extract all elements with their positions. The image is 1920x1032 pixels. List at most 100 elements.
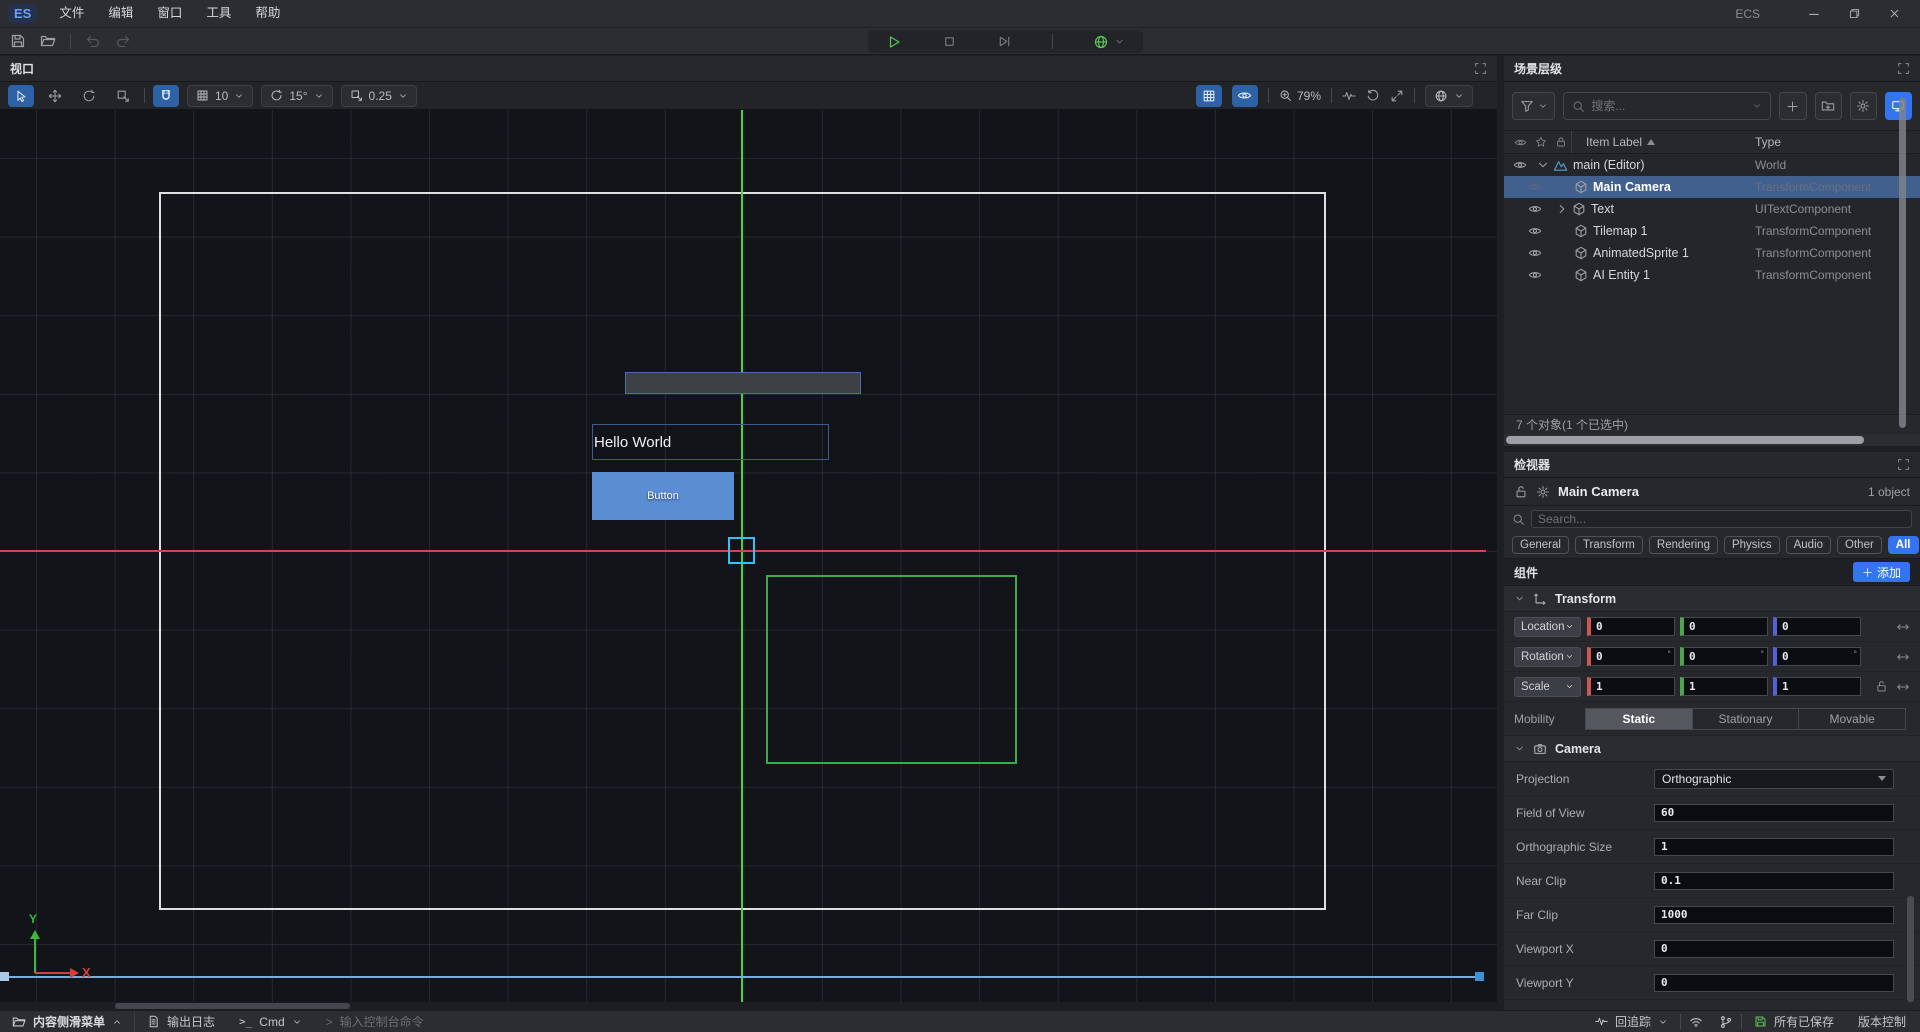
blue-guide-right-handle[interactable] — [1475, 972, 1484, 981]
menu-window[interactable]: 窗口 — [145, 0, 194, 27]
field-of-view-input[interactable] — [1654, 804, 1894, 822]
mobility-stationary[interactable]: Stationary — [1692, 708, 1800, 730]
move-tool-button[interactable] — [42, 85, 68, 107]
hierarchy-hscrollbar-thumb[interactable] — [1506, 436, 1864, 444]
tab-transform[interactable]: Transform — [1575, 536, 1643, 554]
mobility-static[interactable]: Static — [1585, 708, 1693, 730]
hierarchy-hscrollbar[interactable] — [1504, 434, 1920, 446]
snap-toggle-button[interactable] — [153, 85, 179, 107]
stats-wave-icon[interactable] — [1342, 89, 1356, 103]
rotation-y-input[interactable] — [1680, 647, 1768, 666]
scale-dropdown[interactable]: Scale — [1514, 677, 1581, 697]
tree-row-animatedsprite[interactable]: AnimatedSprite 1 TransformComponent — [1504, 242, 1920, 264]
scale-tool-button[interactable] — [110, 85, 136, 107]
close-button[interactable] — [1874, 0, 1914, 27]
cmd-dropdown[interactable]: >_ Cmd — [227, 1011, 314, 1032]
play-icon[interactable] — [886, 34, 902, 50]
scene-button-object[interactable]: Button — [592, 472, 734, 520]
zoom-control[interactable]: 79% — [1279, 89, 1321, 103]
tree-row-ai-entity[interactable]: AI Entity 1 TransformComponent — [1504, 264, 1920, 286]
maximize-button[interactable] — [1834, 0, 1874, 27]
inspector-search-box[interactable] — [1531, 510, 1912, 528]
link-values-icon[interactable] — [1896, 680, 1910, 694]
tab-all[interactable]: All — [1888, 536, 1919, 554]
menu-file[interactable]: 文件 — [47, 0, 96, 27]
visibility-eye-icon[interactable] — [1528, 224, 1542, 238]
menu-tools[interactable]: 工具 — [194, 0, 243, 27]
viewport-x-input[interactable] — [1654, 940, 1894, 958]
lock-icon[interactable] — [1555, 136, 1567, 148]
gear-icon[interactable] — [1536, 485, 1550, 499]
gizmo-visibility-button[interactable] — [1232, 85, 1258, 107]
expand-panel-icon[interactable] — [1474, 62, 1487, 75]
projection-select[interactable]: Orthographic — [1654, 769, 1894, 789]
column-type[interactable]: Type — [1755, 135, 1781, 149]
chevron-down-icon[interactable] — [1536, 158, 1550, 172]
tree-row-main-camera[interactable]: Main Camera TransformComponent — [1504, 176, 1920, 198]
world-mode-dropdown[interactable] — [1093, 34, 1125, 50]
location-x-input[interactable] — [1587, 617, 1675, 636]
rotate-tool-button[interactable] — [76, 85, 102, 107]
version-control-button[interactable]: 版本控制 — [1846, 1013, 1920, 1030]
view-mode-dropdown[interactable] — [1425, 85, 1473, 107]
scale-y-input[interactable] — [1680, 677, 1768, 696]
link-values-icon[interactable] — [1896, 620, 1910, 634]
viewport-hscrollbar[interactable] — [0, 1002, 1497, 1010]
console-command-input[interactable]: > 输入控制台命令 — [314, 1011, 436, 1032]
orthographic-size-input[interactable] — [1654, 838, 1894, 856]
save-icon[interactable] — [10, 33, 26, 49]
trace-dropdown[interactable]: 回追踪 — [1583, 1013, 1680, 1030]
chevron-right-icon[interactable] — [1555, 202, 1569, 216]
new-folder-button[interactable] — [1815, 92, 1842, 120]
mobility-movable[interactable]: Movable — [1798, 708, 1906, 730]
fullscreen-icon[interactable] — [1390, 89, 1404, 103]
scene-canvas[interactable]: Hello World Button Y X — [0, 110, 1497, 1010]
far-clip-input[interactable] — [1654, 906, 1894, 924]
scene-region-rect[interactable] — [766, 575, 1017, 764]
location-z-input[interactable] — [1773, 617, 1861, 636]
lock-open-icon[interactable] — [1875, 680, 1888, 693]
near-clip-input[interactable] — [1654, 872, 1894, 890]
scale-z-input[interactable] — [1773, 677, 1861, 696]
eye-icon[interactable] — [1514, 136, 1527, 149]
expand-panel-icon[interactable] — [1897, 62, 1910, 75]
save-status[interactable]: 所有已保存 — [1742, 1013, 1846, 1030]
step-icon[interactable] — [997, 34, 1012, 49]
grid-snap-dropdown[interactable]: 10 — [187, 85, 253, 107]
visibility-eye-icon[interactable] — [1528, 246, 1542, 260]
hierarchy-settings-button[interactable] — [1850, 92, 1877, 120]
output-log-button[interactable]: 输出日志 — [135, 1011, 227, 1032]
add-entity-button[interactable] — [1779, 92, 1806, 120]
scene-panel-object[interactable] — [625, 372, 861, 394]
expand-panel-icon[interactable] — [1897, 458, 1910, 471]
location-y-input[interactable] — [1680, 617, 1768, 636]
grid-visibility-button[interactable] — [1196, 85, 1222, 107]
redo-icon[interactable] — [115, 33, 131, 49]
tree-row-world[interactable]: main (Editor) World — [1504, 154, 1920, 176]
inspector-vscrollbar-thumb[interactable] — [1907, 896, 1914, 1002]
undo-icon[interactable] — [85, 33, 101, 49]
tab-general[interactable]: General — [1512, 536, 1569, 554]
stop-icon[interactable] — [942, 34, 957, 49]
visibility-eye-icon[interactable] — [1528, 202, 1542, 216]
scale-x-input[interactable] — [1587, 677, 1675, 696]
tab-other[interactable]: Other — [1837, 536, 1882, 554]
column-item-label[interactable]: Item Label — [1586, 135, 1655, 149]
viewport-hscrollbar-thumb[interactable] — [115, 1003, 350, 1009]
camera-section-header[interactable]: Camera — [1504, 736, 1920, 762]
visibility-eye-icon[interactable] — [1528, 268, 1542, 282]
tree-row-text[interactable]: Text UITextComponent — [1504, 198, 1920, 220]
link-values-icon[interactable] — [1896, 650, 1910, 664]
app-logo[interactable]: ES — [8, 4, 37, 23]
tree-row-tilemap[interactable]: Tilemap 1 TransformComponent — [1504, 220, 1920, 242]
reset-view-icon[interactable] — [1366, 89, 1380, 103]
star-icon[interactable] — [1535, 136, 1547, 148]
scale-snap-dropdown[interactable]: 0.25 — [341, 85, 417, 107]
location-dropdown[interactable]: Location — [1514, 617, 1581, 637]
hierarchy-search[interactable] — [1563, 92, 1771, 120]
hierarchy-search-input[interactable] — [1591, 99, 1746, 113]
rotation-x-input[interactable] — [1587, 647, 1675, 666]
content-drawer-button[interactable]: 内容侧滑菜单 — [0, 1011, 135, 1032]
minimize-button[interactable] — [1794, 0, 1834, 27]
selection-handle[interactable] — [728, 537, 755, 564]
